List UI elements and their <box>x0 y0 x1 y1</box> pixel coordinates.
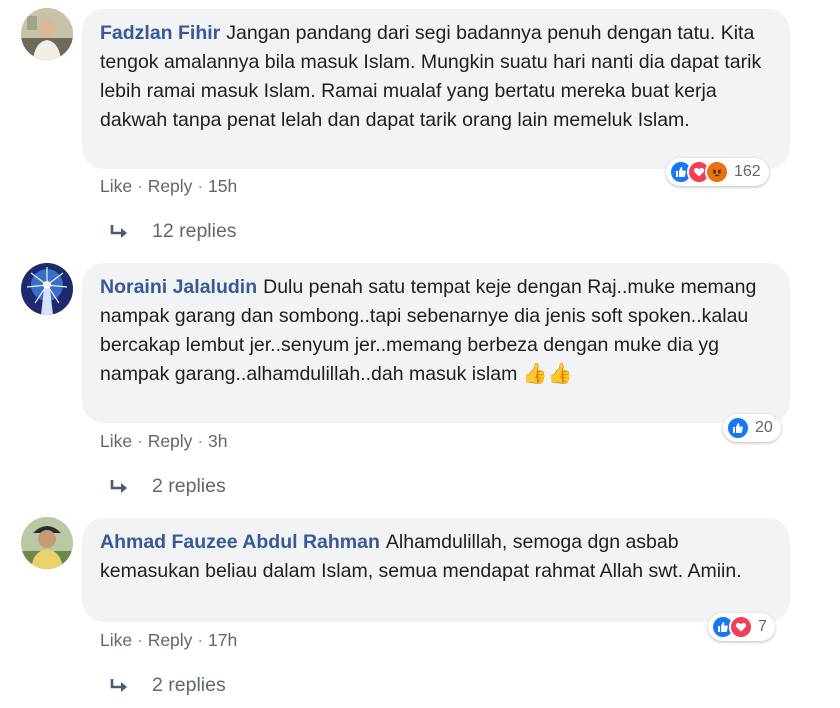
avatar[interactable] <box>21 517 73 569</box>
love-reaction-icon <box>729 615 753 639</box>
avatar[interactable] <box>21 263 73 315</box>
reaction-summary[interactable]: 7 <box>708 613 775 641</box>
comment-bubble: Noraini Jalaludin Dulu penah satu tempat … <box>82 263 790 423</box>
view-replies-link[interactable]: 2 replies <box>108 475 226 498</box>
reaction-count: 162 <box>734 163 761 180</box>
comment-bubble: Fadzlan Fihir Jangan pandang dari segi ba… <box>82 9 790 169</box>
replies-count: 2 replies <box>152 674 226 696</box>
separator: · <box>197 176 204 196</box>
reply-link[interactable]: Reply <box>148 176 193 196</box>
view-replies-link[interactable]: 2 replies <box>108 674 226 697</box>
view-replies-link[interactable]: 12 replies <box>108 220 237 243</box>
reaction-summary[interactable]: 20 <box>723 414 781 442</box>
comment-author[interactable]: Ahmad Fauzee Abdul Rahman <box>100 531 380 553</box>
reply-arrow-icon <box>110 479 127 493</box>
timestamp[interactable]: 15h <box>208 176 237 196</box>
comment-actions: Like · Reply · 3h <box>100 431 227 452</box>
separator: · <box>136 630 143 650</box>
comment-author[interactable]: Noraini Jalaludin <box>100 276 257 298</box>
thumbs-up-emoji: 👍👍 <box>522 363 573 385</box>
timestamp[interactable]: 17h <box>208 630 237 650</box>
comment-author[interactable]: Fadzlan Fihir <box>100 22 220 44</box>
avatar[interactable] <box>21 8 73 60</box>
replies-count: 12 replies <box>152 220 237 242</box>
reply-arrow-icon <box>110 224 127 238</box>
comment-bubble: Ahmad Fauzee Abdul Rahman Alhamdulillah, … <box>82 518 790 622</box>
reaction-summary[interactable]: 162 <box>666 158 769 186</box>
like-link[interactable]: Like <box>100 431 132 451</box>
separator: · <box>136 431 143 451</box>
separator: · <box>136 176 143 196</box>
reaction-count: 20 <box>755 419 773 436</box>
separator: · <box>197 431 204 451</box>
like-link[interactable]: Like <box>100 630 132 650</box>
replies-count: 2 replies <box>152 475 226 497</box>
reply-arrow-icon <box>110 678 127 692</box>
like-reaction-icon <box>726 416 750 440</box>
like-link[interactable]: Like <box>100 176 132 196</box>
reply-link[interactable]: Reply <box>148 630 193 650</box>
angry-reaction-icon <box>705 160 729 184</box>
timestamp[interactable]: 3h <box>208 431 227 451</box>
separator: · <box>197 630 204 650</box>
reaction-count: 7 <box>758 618 767 635</box>
comment-actions: Like · Reply · 17h <box>100 630 237 651</box>
comment-actions: Like · Reply · 15h <box>100 176 237 197</box>
reply-link[interactable]: Reply <box>148 431 193 451</box>
